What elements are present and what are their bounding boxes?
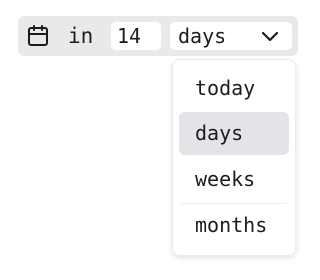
option-today[interactable]: today xyxy=(179,67,289,110)
number-input[interactable]: 14 xyxy=(111,22,161,50)
chevron-down-icon xyxy=(261,28,279,44)
calendar-icon[interactable] xyxy=(26,24,50,48)
unit-select-value: days xyxy=(178,24,227,48)
date-filter-bar: in 14 days xyxy=(18,16,298,56)
option-weeks[interactable]: weeks xyxy=(179,158,289,201)
unit-select[interactable]: days xyxy=(170,22,292,50)
option-days[interactable]: days xyxy=(179,112,289,155)
unit-dropdown-menu: today days weeks months xyxy=(172,59,296,256)
in-label: in xyxy=(68,24,94,48)
option-months[interactable]: months xyxy=(179,204,289,247)
